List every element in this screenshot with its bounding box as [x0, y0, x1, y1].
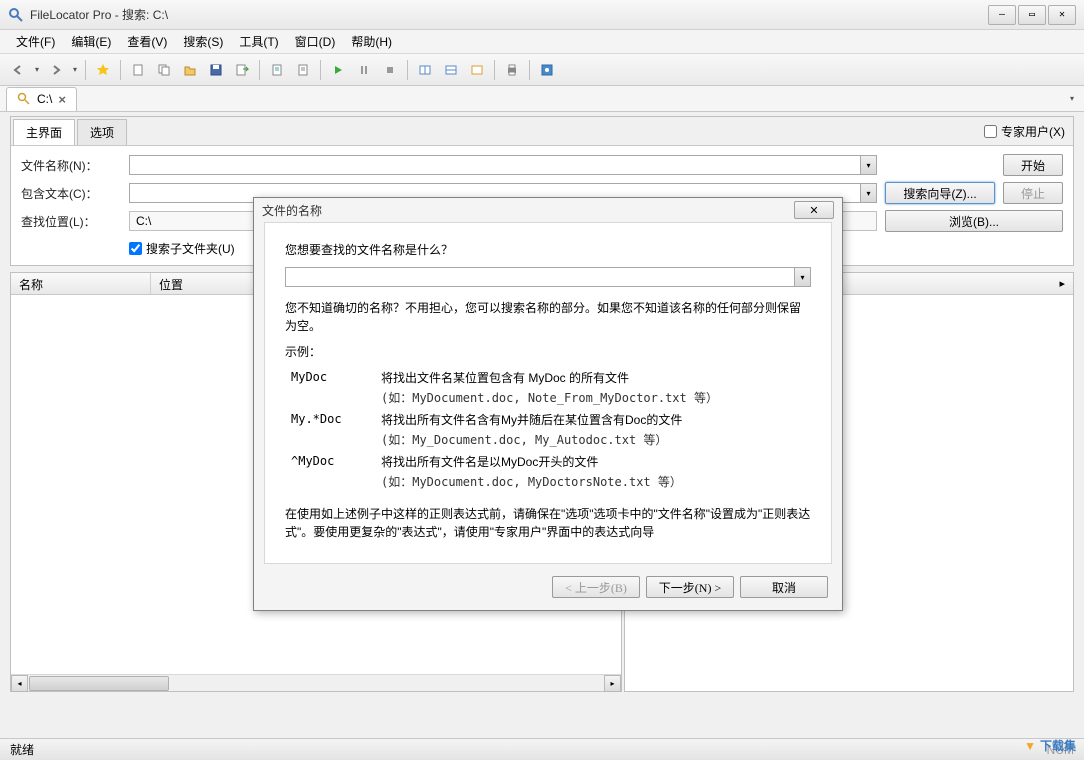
wizard-examples-label: 示例： — [285, 343, 811, 361]
wizard-filename-combo[interactable]: ▾ — [285, 267, 811, 287]
wizard-example-row: MyDoc将找出文件名某位置包含有 MyDoc 的所有文件(如：MyDocume… — [291, 369, 811, 407]
wizard-hint: 您不知道确切的名称？不用担心，您可以搜索名称的部分。如果您不知道该名称的任何部分… — [285, 299, 811, 335]
wizard-title: 文件的名称 — [262, 202, 794, 219]
example-pattern: ^MyDoc — [291, 453, 381, 491]
example-sample: (如：My_Document.doc, My_Autodoc.txt 等） — [381, 431, 811, 449]
wizard-next-button[interactable]: 下一步(N) > — [646, 576, 734, 598]
wizard-close-button[interactable]: ✕ — [794, 201, 834, 219]
example-description: 将找出所有文件名含有My并随后在某位置含有Doc的文件(如：My_Documen… — [381, 411, 811, 449]
wizard-note: 在使用如上述例子中这样的正则表达式前，请确保在"选项"选项卡中的"文件名称"设置… — [285, 505, 811, 541]
example-sample: (如：MyDocument.doc, MyDoctorsNote.txt 等） — [381, 473, 811, 491]
example-description: 将找出文件名某位置包含有 MyDoc 的所有文件(如：MyDocument.do… — [381, 369, 811, 407]
example-description: 将找出所有文件名是以MyDoc开头的文件(如：MyDocument.doc, M… — [381, 453, 811, 491]
wizard-filename-input[interactable] — [286, 268, 794, 286]
example-pattern: My.*Doc — [291, 411, 381, 449]
wizard-dialog: 文件的名称 ✕ 您想要查找的文件名称是什么？ ▾ 您不知道确切的名称？不用担心，… — [253, 197, 843, 611]
wizard-example-row: My.*Doc将找出所有文件名含有My并随后在某位置含有Doc的文件(如：My_… — [291, 411, 811, 449]
example-sample: (如：MyDocument.doc, Note_From_MyDoctor.tx… — [381, 389, 811, 407]
wizard-example-row: ^MyDoc将找出所有文件名是以MyDoc开头的文件(如：MyDocument.… — [291, 453, 811, 491]
wizard-filename-dropdown[interactable]: ▾ — [794, 268, 810, 286]
wizard-cancel-button[interactable]: 取消 — [740, 576, 828, 598]
modal-overlay: 文件的名称 ✕ 您想要查找的文件名称是什么？ ▾ 您不知道确切的名称？不用担心，… — [0, 0, 1084, 760]
example-pattern: MyDoc — [291, 369, 381, 407]
wizard-question: 您想要查找的文件名称是什么？ — [285, 241, 811, 259]
wizard-back-button: < 上一步(B) — [552, 576, 640, 598]
wizard-examples: MyDoc将找出文件名某位置包含有 MyDoc 的所有文件(如：MyDocume… — [291, 369, 811, 491]
